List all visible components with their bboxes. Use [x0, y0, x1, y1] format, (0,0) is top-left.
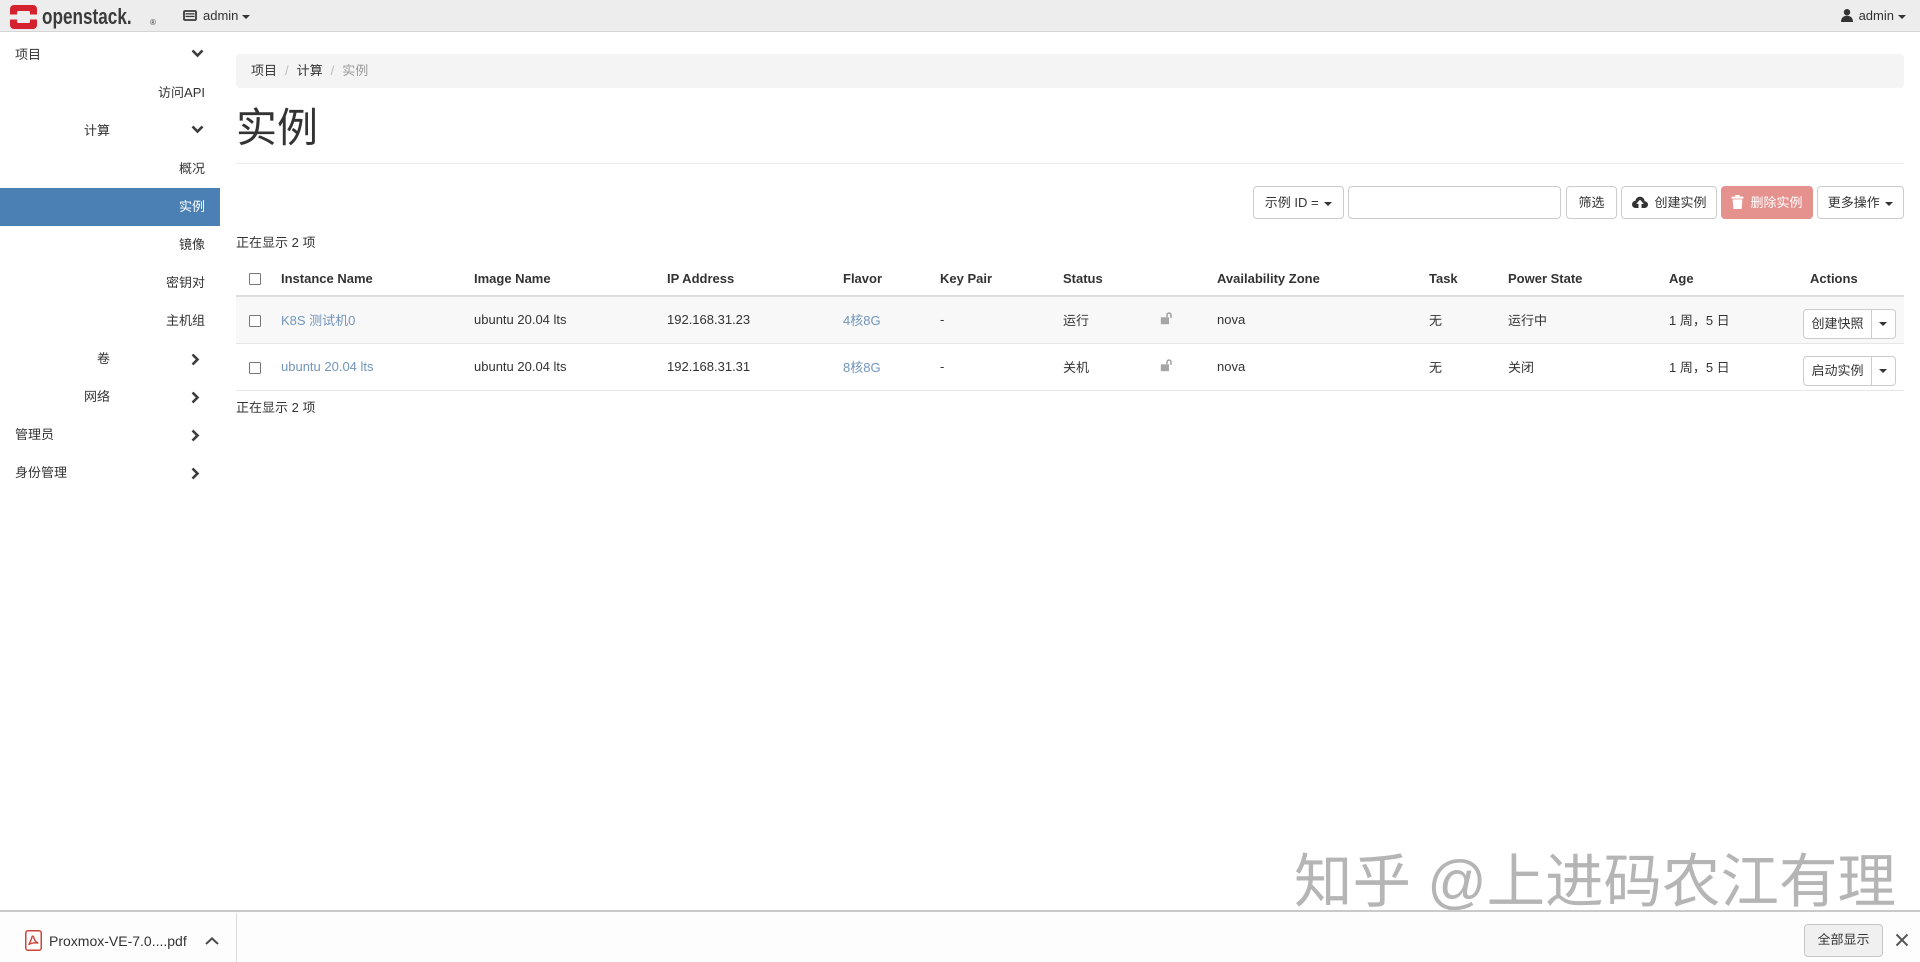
svg-text:知乎 @上进码农江有理: 知乎 @上进码农江有理 — [1294, 840, 1896, 919]
